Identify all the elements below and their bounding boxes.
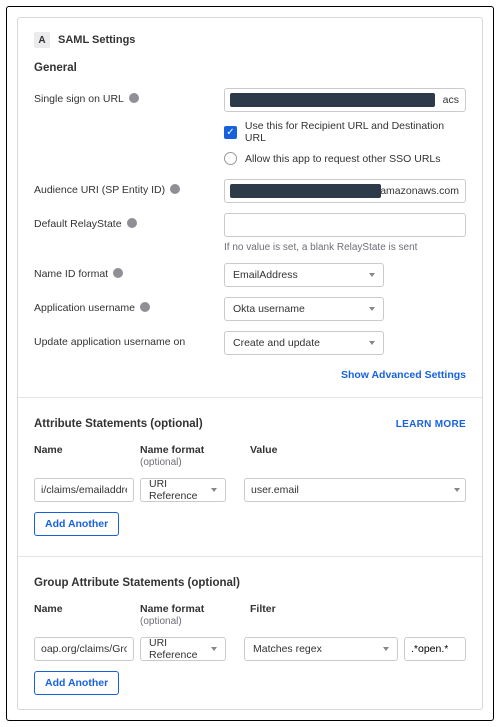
updateon-label: Update application username on (34, 336, 185, 348)
gattrs-col-name: Name (34, 603, 134, 627)
attrs-col-name: Name (34, 444, 134, 468)
group-attrs-heading: Group Attribute Statements (optional) (34, 577, 466, 589)
help-icon[interactable] (170, 184, 180, 194)
divider (18, 397, 482, 398)
audience-uri-input[interactable]: amazonaws.com (224, 179, 466, 203)
relaystate-note: If no value is set, a blank RelayState i… (224, 242, 466, 253)
gattr-filter-select[interactable]: Matches regex (244, 637, 398, 661)
step-indicator: A (34, 32, 50, 48)
chevron-down-icon (369, 341, 375, 345)
nameid-select[interactable]: EmailAddress (224, 263, 384, 287)
gattr-fmt-select[interactable]: URI Reference (140, 637, 226, 661)
chevron-down-icon (369, 273, 375, 277)
attrs-col-val: Value (232, 444, 466, 468)
learn-more-link[interactable]: LEARN MORE (396, 419, 466, 430)
chevron-down-icon (211, 488, 217, 492)
attr-value-dropdown[interactable] (449, 478, 466, 502)
attrs-col-fmt: Name format (140, 444, 204, 456)
appuser-select[interactable]: Okta username (224, 297, 384, 321)
group-attr-row: URI Reference Matches regex (34, 637, 466, 661)
sso-url-suffix: acs (443, 94, 459, 106)
section-general-heading: General (34, 62, 466, 74)
nameid-label: Name ID format (34, 268, 108, 280)
use-for-recipient-label: Use this for Recipient URL and Destinati… (245, 120, 466, 144)
help-icon[interactable] (113, 268, 123, 278)
show-advanced-link[interactable]: Show Advanced Settings (34, 369, 466, 381)
attr-fmt-select[interactable]: URI Reference (140, 478, 226, 502)
appuser-label: Application username (34, 302, 135, 314)
attr-row: URI Reference (34, 478, 466, 502)
help-icon[interactable] (127, 218, 137, 228)
gattrs-col-filter: Filter (232, 603, 466, 627)
updateon-select[interactable]: Create and update (224, 331, 384, 355)
chevron-down-icon (211, 647, 217, 651)
gattr-pattern-input[interactable] (404, 637, 466, 661)
divider (18, 556, 482, 557)
audience-uri-suffix: amazonaws.com (380, 185, 459, 197)
help-icon[interactable] (140, 302, 150, 312)
attr-name-input[interactable] (34, 478, 134, 502)
audience-label: Audience URI (SP Entity ID) (34, 184, 165, 196)
allow-other-sso-label: Allow this app to request other SSO URLs (245, 153, 441, 165)
relaystate-input[interactable] (224, 213, 466, 237)
chevron-down-icon (454, 488, 460, 492)
relaystate-label: Default RelayState (34, 218, 122, 230)
chevron-down-icon (369, 307, 375, 311)
panel-header: A SAML Settings (34, 32, 466, 48)
attrs-heading: Attribute Statements (optional) (34, 418, 203, 430)
panel-title: SAML Settings (58, 34, 135, 46)
gattrs-col-fmt-sub: (optional) (140, 616, 182, 627)
chevron-down-icon (383, 647, 389, 651)
attrs-col-fmt-sub: (optional) (140, 457, 182, 468)
add-another-attr-button[interactable]: Add Another (34, 512, 119, 536)
gattr-name-input[interactable] (34, 637, 134, 661)
attr-value-input[interactable] (244, 478, 449, 502)
sso-label: Single sign on URL (34, 93, 124, 105)
help-icon[interactable] (129, 93, 139, 103)
use-for-recipient-checkbox[interactable]: ✓ (224, 126, 237, 139)
allow-other-sso-checkbox[interactable] (224, 152, 237, 165)
gattrs-col-fmt: Name format (140, 603, 204, 615)
add-another-gattr-button[interactable]: Add Another (34, 671, 119, 695)
sso-url-input[interactable]: acs (224, 88, 466, 112)
